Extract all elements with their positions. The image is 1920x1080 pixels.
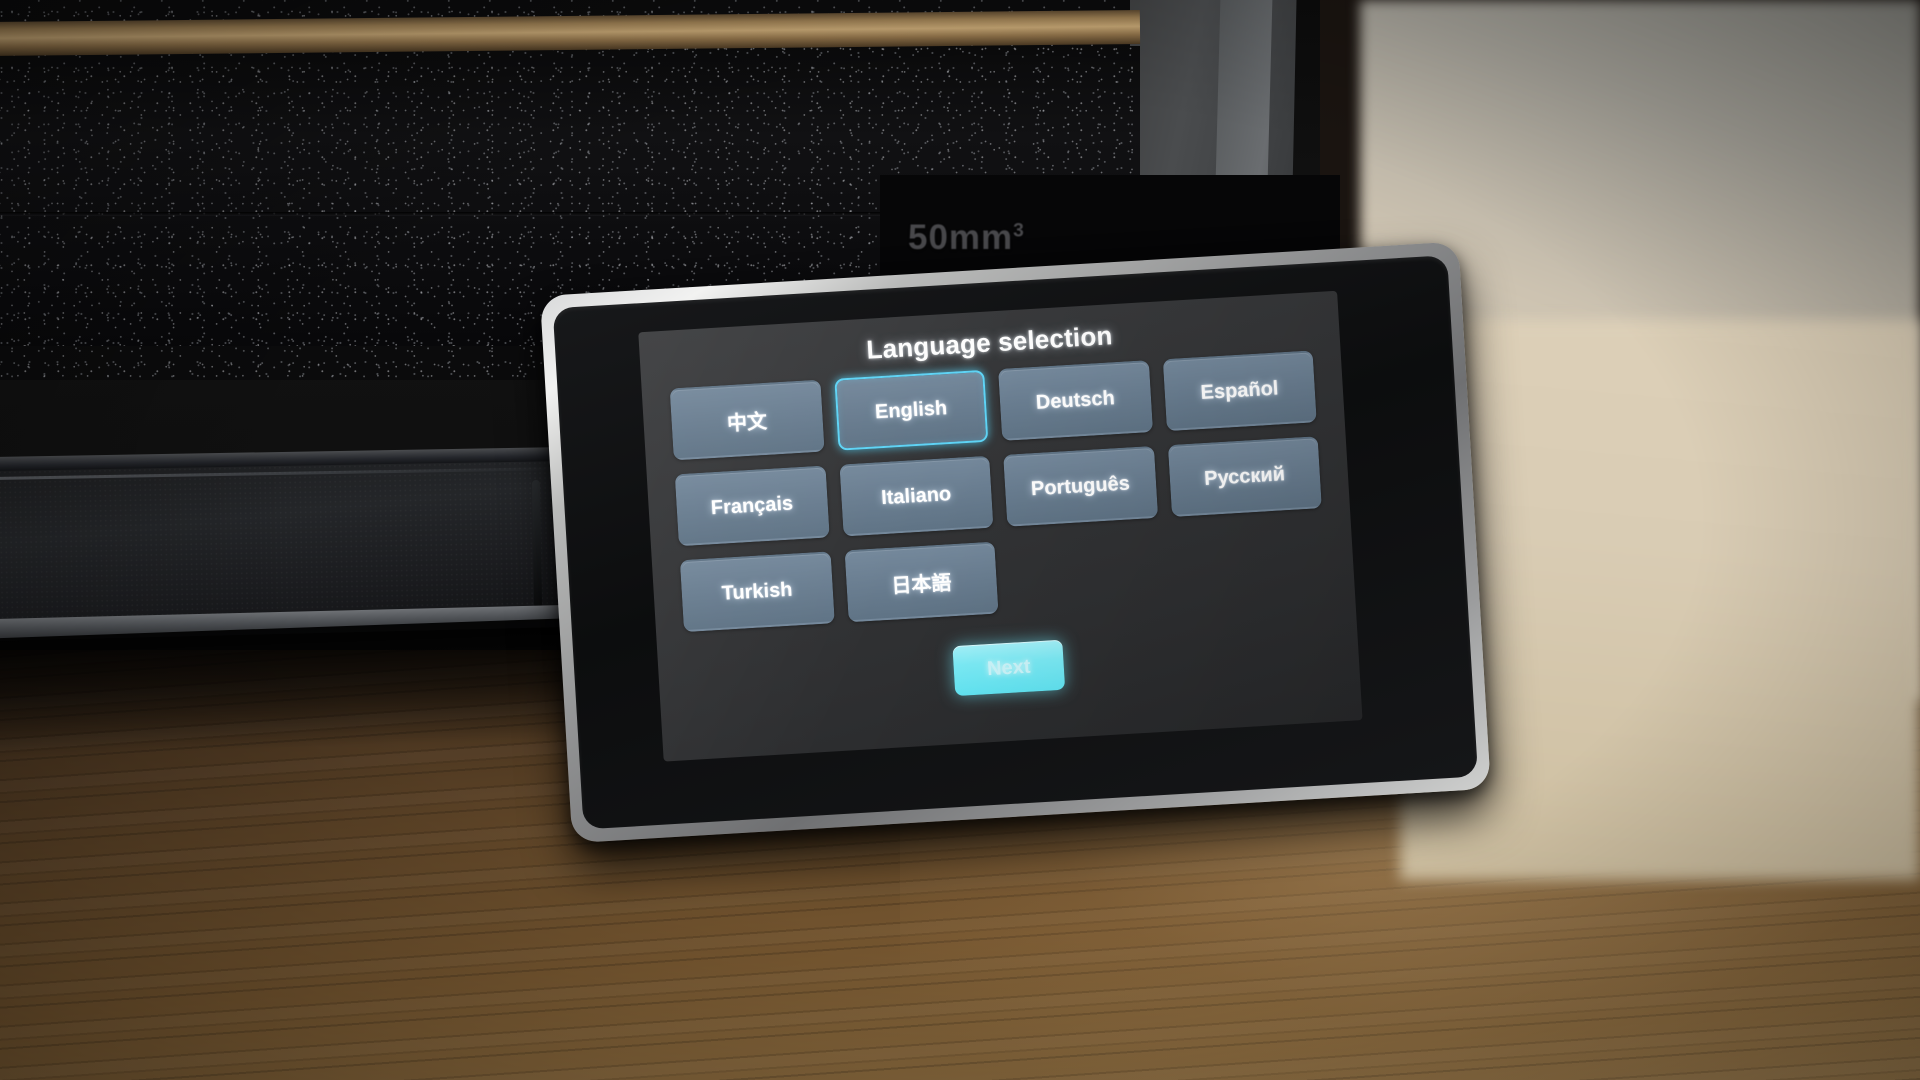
language-label: 日本語	[890, 571, 953, 598]
language-button-english[interactable]: English	[833, 369, 989, 451]
next-button[interactable]: Next	[952, 639, 1066, 697]
language-label: Português	[1030, 471, 1131, 500]
language-button-portuguese[interactable]: Português	[1003, 445, 1158, 527]
next-button-row: Next	[658, 622, 1360, 713]
language-grid: 中文 English Deutsch Español Français Ital…	[669, 350, 1327, 633]
next-button-label: Next	[986, 655, 1032, 680]
language-button-japanese[interactable]: 日本語	[844, 541, 999, 623]
language-button-italian[interactable]: Italiano	[838, 455, 994, 537]
language-label: 中文	[726, 410, 768, 435]
language-label: Русский	[1203, 462, 1286, 490]
language-label: Deutsch	[1035, 386, 1116, 414]
language-button-russian[interactable]: Русский	[1167, 436, 1322, 518]
language-button-german[interactable]: Deutsch	[998, 360, 1153, 441]
language-label: Español	[1199, 376, 1279, 404]
printer-volume-exponent: 3	[1013, 220, 1025, 242]
language-button-chinese[interactable]: 中文	[669, 379, 825, 461]
language-label: Turkish	[721, 578, 794, 605]
panel-texture	[0, 460, 567, 632]
touchscreen-device: Language selection 中文 English Deutsch Es…	[539, 241, 1502, 865]
touchscreen-display[interactable]: Language selection 中文 English Deutsch Es…	[638, 290, 1363, 762]
printer-volume-label: 50mm3	[908, 218, 1025, 258]
language-selection-screen: Language selection 中文 English Deutsch Es…	[638, 291, 1362, 762]
photo-scene: 50mm3 Language selection 中文 English Deut…	[0, 0, 1920, 1080]
language-label: Italiano	[880, 482, 952, 509]
printer-front-panel	[0, 460, 567, 632]
language-label: English	[874, 396, 948, 423]
printer-base-shadow	[0, 617, 592, 759]
language-button-french[interactable]: Français	[674, 465, 830, 547]
language-button-spanish[interactable]: Español	[1162, 350, 1317, 432]
language-label: Français	[710, 491, 794, 519]
language-button-turkish[interactable]: Turkish	[679, 551, 835, 633]
printer-volume-value: 50mm	[908, 218, 1014, 257]
